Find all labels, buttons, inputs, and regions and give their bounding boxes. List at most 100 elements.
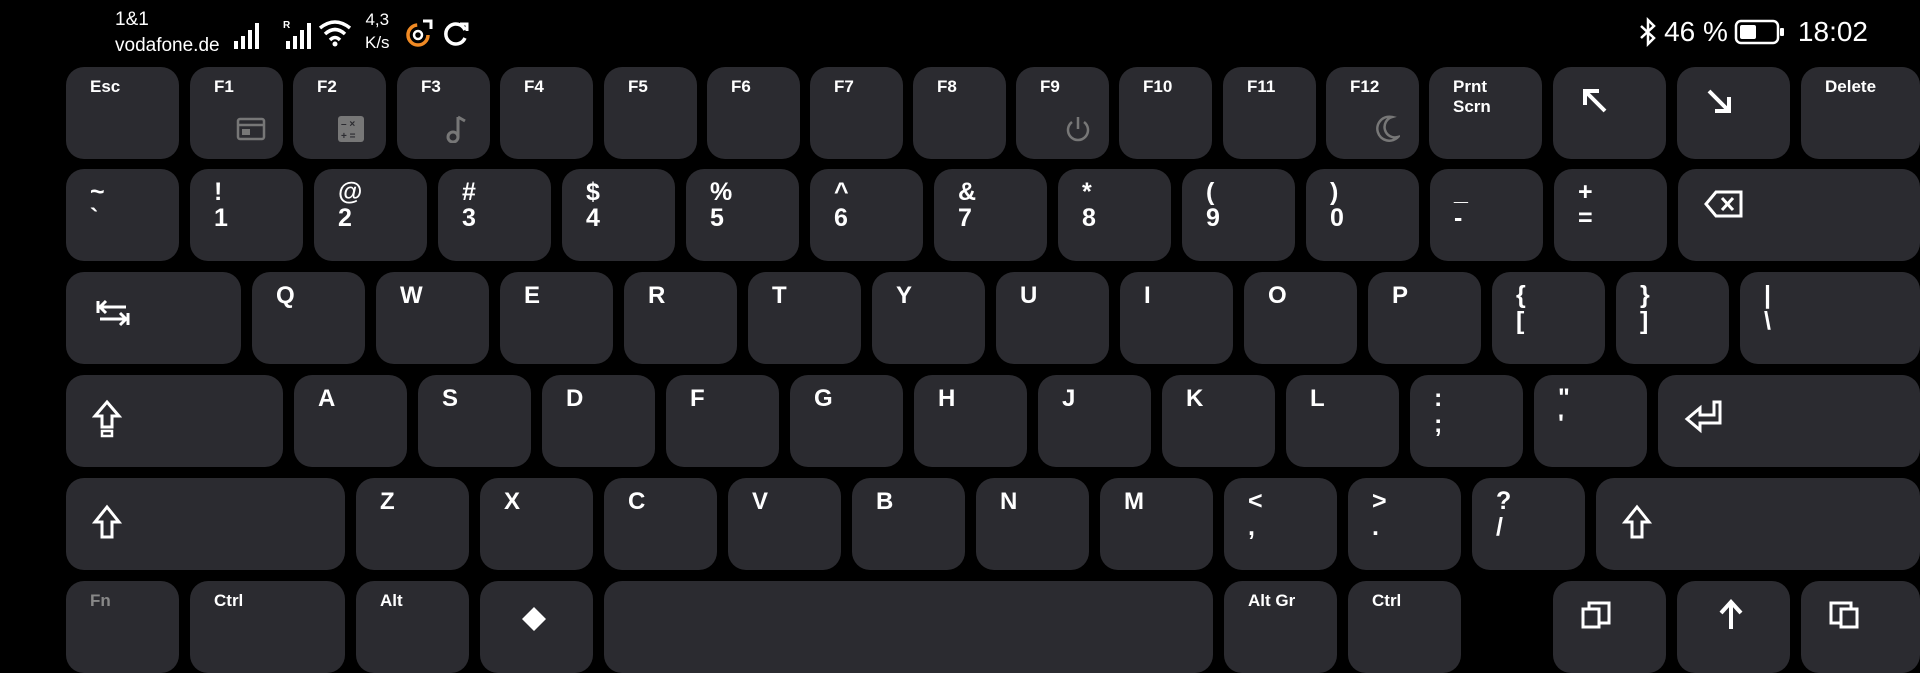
key-d[interactable]: D bbox=[542, 375, 655, 467]
key-f7[interactable]: F7 bbox=[810, 67, 903, 159]
key-s[interactable]: S bbox=[418, 375, 531, 467]
key-quote[interactable]: " ' bbox=[1534, 375, 1647, 467]
key-e[interactable]: E bbox=[500, 272, 613, 364]
key-ctrl-left[interactable]: Ctrl bbox=[190, 581, 345, 673]
key-label-top: ^ bbox=[834, 178, 849, 206]
key-n[interactable]: N bbox=[976, 478, 1089, 570]
svg-text:R: R bbox=[283, 20, 291, 31]
key-label-bottom: 1 bbox=[214, 204, 228, 232]
key-0[interactable]: ) 0 bbox=[1306, 169, 1419, 261]
key-7[interactable]: & 7 bbox=[934, 169, 1047, 261]
key-w[interactable]: W bbox=[376, 272, 489, 364]
key-label-bottom: 0 bbox=[1330, 204, 1344, 232]
key-f12[interactable]: F12 bbox=[1326, 67, 1419, 159]
key-q[interactable]: Q bbox=[252, 272, 365, 364]
key-k[interactable]: K bbox=[1162, 375, 1275, 467]
key-u[interactable]: U bbox=[996, 272, 1109, 364]
key-label-bottom: [ bbox=[1516, 307, 1525, 335]
window-icon bbox=[236, 117, 266, 141]
key-end[interactable] bbox=[1677, 67, 1790, 159]
key-1[interactable]: ! 1 bbox=[190, 169, 303, 261]
key-label: N bbox=[1000, 488, 1018, 515]
key-label-bottom: ; bbox=[1434, 410, 1443, 438]
key-semicolon[interactable]: :; bbox=[1410, 375, 1523, 467]
key-2[interactable]: @2 bbox=[314, 169, 427, 261]
key-equals[interactable]: + = bbox=[1554, 169, 1667, 261]
key-arrow-up[interactable] bbox=[1677, 581, 1790, 673]
key-p[interactable]: P bbox=[1368, 272, 1481, 364]
key-label: Ctrl bbox=[1372, 591, 1402, 610]
key-j[interactable]: J bbox=[1038, 375, 1151, 467]
key-9[interactable]: (9 bbox=[1182, 169, 1295, 261]
key-period[interactable]: >. bbox=[1348, 478, 1461, 570]
key-m[interactable]: M bbox=[1100, 478, 1213, 570]
key-f9[interactable]: F9 bbox=[1016, 67, 1109, 159]
key-label-top: + bbox=[1578, 178, 1593, 206]
key-slash[interactable]: ? / bbox=[1472, 478, 1585, 570]
key-delete[interactable]: Delete bbox=[1801, 67, 1920, 159]
key-label: O bbox=[1268, 282, 1287, 309]
key-space[interactable] bbox=[604, 581, 1213, 673]
key-label: Prnt bbox=[1453, 77, 1487, 96]
key-z[interactable]: Z bbox=[356, 478, 469, 570]
key-caps-lock[interactable] bbox=[66, 375, 283, 467]
key-t[interactable]: T bbox=[748, 272, 861, 364]
key-backtick[interactable]: ~ ` bbox=[66, 169, 179, 261]
key-label: Fn bbox=[90, 591, 111, 610]
key-f11[interactable]: F11 bbox=[1223, 67, 1316, 159]
key-i[interactable]: I bbox=[1120, 272, 1233, 364]
key-alt-gr[interactable]: Alt Gr bbox=[1224, 581, 1337, 673]
key-f3[interactable]: F3 bbox=[397, 67, 490, 159]
key-print-screen[interactable]: Prnt Scrn bbox=[1429, 67, 1542, 159]
key-c[interactable]: C bbox=[604, 478, 717, 570]
key-b[interactable]: B bbox=[852, 478, 965, 570]
key-comma[interactable]: <, bbox=[1224, 478, 1337, 570]
key-6[interactable]: ^ 6 bbox=[810, 169, 923, 261]
key-windows[interactable] bbox=[480, 581, 593, 673]
key-home[interactable] bbox=[1553, 67, 1666, 159]
key-label-bottom: - bbox=[1454, 204, 1463, 232]
key-esc[interactable]: Esc bbox=[66, 67, 179, 159]
key-ctrl-right[interactable]: Ctrl bbox=[1348, 581, 1461, 673]
arrow-up-icon bbox=[1719, 599, 1743, 629]
key-f8[interactable]: F8 bbox=[913, 67, 1006, 159]
key-f[interactable]: F bbox=[666, 375, 779, 467]
key-l[interactable]: L bbox=[1286, 375, 1399, 467]
key-x[interactable]: X bbox=[480, 478, 593, 570]
key-backslash[interactable]: | \ bbox=[1740, 272, 1920, 364]
key-shift-right[interactable] bbox=[1596, 478, 1920, 570]
key-5[interactable]: % 5 bbox=[686, 169, 799, 261]
key-8[interactable]: * 8 bbox=[1058, 169, 1171, 261]
key-r[interactable]: R bbox=[624, 272, 737, 364]
key-f5[interactable]: F5 bbox=[604, 67, 697, 159]
key-tab[interactable] bbox=[66, 272, 241, 364]
key-g[interactable]: G bbox=[790, 375, 903, 467]
key-3[interactable]: #3 bbox=[438, 169, 551, 261]
key-right-bracket[interactable]: }] bbox=[1616, 272, 1729, 364]
key-backspace[interactable] bbox=[1678, 169, 1920, 261]
key-f4[interactable]: F4 bbox=[500, 67, 593, 159]
key-label-top: : bbox=[1434, 384, 1443, 412]
key-f2[interactable]: F2 – × + = bbox=[293, 67, 386, 159]
key-f6[interactable]: F6 bbox=[707, 67, 800, 159]
key-fn[interactable]: Fn bbox=[66, 581, 179, 673]
key-switch-right[interactable] bbox=[1801, 581, 1920, 673]
key-4[interactable]: $4 bbox=[562, 169, 675, 261]
key-shift-left[interactable] bbox=[66, 478, 345, 570]
key-alt[interactable]: Alt bbox=[356, 581, 469, 673]
key-label: E bbox=[524, 282, 541, 309]
key-f10[interactable]: F10 bbox=[1119, 67, 1212, 159]
key-label: W bbox=[400, 282, 423, 309]
key-h[interactable]: H bbox=[914, 375, 1027, 467]
key-f1[interactable]: F1 bbox=[190, 67, 283, 159]
key-label-bottom: 4 bbox=[586, 204, 600, 232]
key-left-bracket[interactable]: {[ bbox=[1492, 272, 1605, 364]
key-y[interactable]: Y bbox=[872, 272, 985, 364]
key-switch-left[interactable] bbox=[1553, 581, 1666, 673]
key-minus[interactable]: _ - bbox=[1430, 169, 1543, 261]
key-a[interactable]: A bbox=[294, 375, 407, 467]
key-label: U bbox=[1020, 282, 1038, 309]
key-enter[interactable] bbox=[1658, 375, 1920, 467]
key-v[interactable]: V bbox=[728, 478, 841, 570]
key-o[interactable]: O bbox=[1244, 272, 1357, 364]
